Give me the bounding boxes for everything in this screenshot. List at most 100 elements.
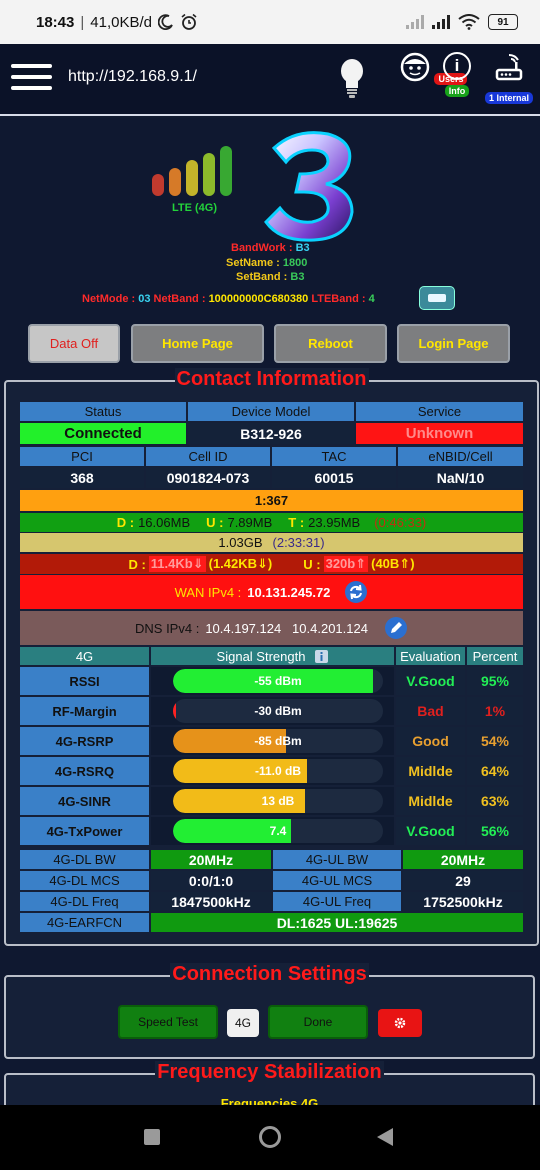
cell-id-value: 0901824-073 (146, 467, 270, 488)
frequency-stabilization-title: Frequency Stabilization (155, 1061, 384, 1083)
dl-mcs-label: 4G-DL MCS (20, 871, 149, 890)
signal-bar-cell: 13 dB (151, 787, 394, 815)
signal-bar-track: 13 dB (173, 789, 383, 813)
keyboard-icon (428, 294, 446, 302)
dl-mcs-value: 0:0/1:0 (151, 871, 271, 890)
netband-value: 100000000C680380 (208, 293, 309, 305)
user-face-icon (400, 52, 430, 82)
contact-information-legend: Contact Information (6, 368, 537, 391)
done-button[interactable]: Done (268, 1005, 368, 1039)
signal-bar-cell: -11.0 dB (151, 757, 394, 785)
signal-evaluation: Bad (396, 697, 465, 725)
edit-icon[interactable] (384, 616, 408, 640)
netband-label: NetBand : (153, 293, 206, 305)
ul-bw-value: 20MHz (403, 850, 523, 869)
cell-id-header: Cell ID (146, 447, 270, 466)
signal-metric-label: 4G-RSRQ (20, 757, 149, 785)
signal-evaluation: V.Good (396, 667, 465, 695)
lightbulb-icon[interactable] (338, 56, 366, 100)
device-model-header: Device Model (188, 402, 354, 421)
back-button[interactable] (376, 1127, 394, 1147)
setname-line: SetName : 1800 (226, 257, 307, 269)
router-url: http://192.168.9.1/ (68, 68, 197, 85)
signal-bar-track: -30 dBm (173, 699, 383, 723)
frequencies-4g-legend: Frequencies 4G (6, 1096, 533, 1105)
moon-icon (158, 14, 173, 30)
download-value: 16.06MB (138, 515, 191, 530)
dl-bw-value: 20MHz (151, 850, 271, 869)
bandwork-value: B3 (295, 242, 310, 254)
app-header: http://192.168.9.1/ Users i Info 1 Inter… (0, 44, 540, 116)
dl-freq-value: 1847500kHz (151, 892, 271, 911)
dns-ipv4-bar: DNS IPv4 : 10.4.197.124 10.4.201.124 (20, 611, 523, 645)
menu-icon[interactable] (11, 64, 52, 92)
signal-icon (432, 15, 450, 29)
upload-label: U : (206, 515, 224, 530)
info-button[interactable]: i Info (443, 52, 471, 99)
setname-label: SetName : (226, 257, 280, 269)
col-strength-label: Signal Strength (216, 648, 306, 664)
setname-value: 1800 (282, 257, 308, 269)
dns-ipv4-label: DNS IPv4 : (135, 620, 200, 636)
netmode-line: NetMode : 03 NetBand : 100000000C680380 … (82, 293, 375, 305)
signal-bar-value: 13 dB (261, 794, 295, 808)
total-usage-time: (2:33:31) (272, 535, 325, 550)
signal-bar-track: 7.4 (173, 819, 383, 843)
col-percent-header: Percent (467, 647, 523, 665)
recents-button[interactable] (144, 1129, 160, 1145)
system-nav-bar (0, 1105, 540, 1170)
wan-ipv4-value: 10.131.245.72 (247, 584, 331, 600)
ul-bw-label: 4G-UL BW (273, 850, 401, 869)
pci-header: PCI (20, 447, 144, 466)
signal-strength-icon (152, 146, 236, 196)
keyboard-button[interactable] (419, 286, 455, 310)
earfcn-value: DL:1625 UL:19625 (151, 913, 523, 932)
gear-icon (394, 1017, 406, 1029)
signal-metric-label: 4G-RSRP (20, 727, 149, 755)
frequencies-4g-title: Frequencies 4G (218, 1096, 321, 1105)
internal-button[interactable]: 1 Internal (478, 52, 540, 106)
signal-metric-label: 4G-SINR (20, 787, 149, 815)
home-page-button[interactable]: Home Page (131, 324, 264, 363)
home-button[interactable] (259, 1126, 281, 1148)
rate-upload-value: 320b⇑ (323, 556, 369, 572)
info-icon[interactable] (315, 649, 329, 663)
frequency-stabilization-legend: Frequency Stabilization (6, 1061, 533, 1084)
settings-button[interactable] (378, 1009, 422, 1037)
signal-bar-track: -85 dBm (173, 729, 383, 753)
signal-percent: 54% (467, 727, 523, 755)
frequency-stabilization-panel: Frequency Stabilization Frequencies 4G (4, 1061, 535, 1105)
col-eval-header: Evaluation (396, 647, 465, 665)
signal-evaluation: Midlde (396, 757, 465, 785)
wan-ipv4-bar: WAN IPv4 : 10.131.245.72 (20, 575, 523, 609)
signal-bar-cell: -85 dBm (151, 727, 394, 755)
login-page-button[interactable]: Login Page (397, 324, 510, 363)
network-mode-select[interactable]: 4G (227, 1009, 259, 1037)
rate-download-label: D : (128, 556, 146, 572)
signal-metric-label: RF-Margin (20, 697, 149, 725)
reboot-button[interactable]: Reboot (274, 324, 387, 363)
contact-information-panel: Contact Information Status Device Model … (4, 368, 539, 946)
data-off-button[interactable]: Data Off (28, 324, 120, 363)
signal-evaluation: V.Good (396, 817, 465, 845)
refresh-icon[interactable] (344, 580, 368, 604)
signal-evaluation: Good (396, 727, 465, 755)
speed-test-button[interactable]: Speed Test (118, 1005, 218, 1039)
three-logo (264, 131, 354, 242)
signal-bar-value: -30 dBm (254, 704, 302, 718)
upload-value: 7.89MB (227, 515, 273, 530)
rate-download-bytes: (1.42KB⇓) (208, 556, 273, 571)
service-header: Service (356, 402, 523, 421)
session-time: (0:46:33) (374, 515, 427, 530)
main-content: LTE (4G) BandWork : B3 SetName : 1800 Se… (0, 118, 540, 1105)
col-strength-header: Signal Strength (151, 647, 394, 665)
lteband-label: LTEBand : (311, 293, 366, 305)
ul-freq-label: 4G-UL Freq (273, 892, 401, 911)
setband-label: SetBand : (236, 271, 288, 283)
col-4g-header: 4G (20, 647, 149, 665)
status-header: Status (20, 402, 186, 421)
netmode-value: 03 (138, 293, 151, 305)
signal-bar-track: -55 dBm (173, 669, 383, 693)
battery-icon: 91 (488, 14, 518, 30)
ul-mcs-label: 4G-UL MCS (273, 871, 401, 890)
